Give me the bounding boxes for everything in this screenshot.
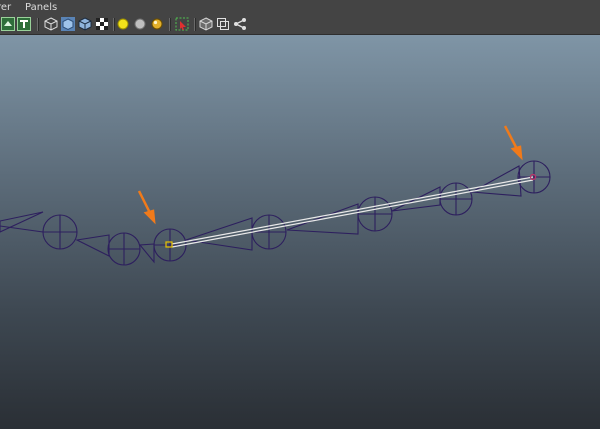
toolbar-separator bbox=[37, 18, 39, 31]
joint bbox=[439, 182, 473, 216]
ik-handle-icon[interactable] bbox=[233, 17, 247, 31]
menu-bar: rer Panels bbox=[0, 0, 600, 15]
panel-toolbar bbox=[0, 15, 600, 35]
lights-icon[interactable] bbox=[116, 17, 130, 31]
viewport-3d[interactable] bbox=[0, 35, 600, 429]
isolate-select-icon[interactable] bbox=[175, 17, 189, 31]
joint bbox=[517, 160, 551, 194]
xray-joints-icon[interactable] bbox=[216, 17, 230, 31]
toolbar-separator bbox=[194, 18, 196, 31]
joint bbox=[251, 214, 287, 250]
wireframe-on-shaded-icon[interactable] bbox=[78, 17, 92, 31]
textured-icon[interactable] bbox=[95, 17, 109, 31]
joint-chain-scene bbox=[0, 125, 551, 266]
camera-attributes-icon[interactable] bbox=[1, 17, 15, 31]
annotation-arrow bbox=[137, 190, 156, 225]
wireframe-icon[interactable] bbox=[44, 17, 58, 31]
high-quality-icon[interactable] bbox=[150, 17, 164, 31]
toolbar-separator bbox=[113, 18, 115, 31]
bone bbox=[138, 243, 155, 264]
joint bbox=[357, 196, 393, 232]
text-icon[interactable] bbox=[17, 17, 31, 31]
menu-panels[interactable]: Panels bbox=[25, 0, 57, 15]
joint bbox=[107, 232, 141, 266]
joint bbox=[42, 214, 78, 250]
xray-icon[interactable] bbox=[199, 17, 213, 31]
bone bbox=[75, 234, 110, 257]
shadows-icon[interactable] bbox=[133, 17, 147, 31]
toolbar-separator bbox=[169, 18, 171, 31]
smooth-shade-icon[interactable] bbox=[61, 17, 75, 31]
annotation-arrow bbox=[503, 125, 523, 161]
menu-renderer[interactable]: rer bbox=[0, 0, 11, 15]
ik-solver-line bbox=[171, 176, 534, 248]
